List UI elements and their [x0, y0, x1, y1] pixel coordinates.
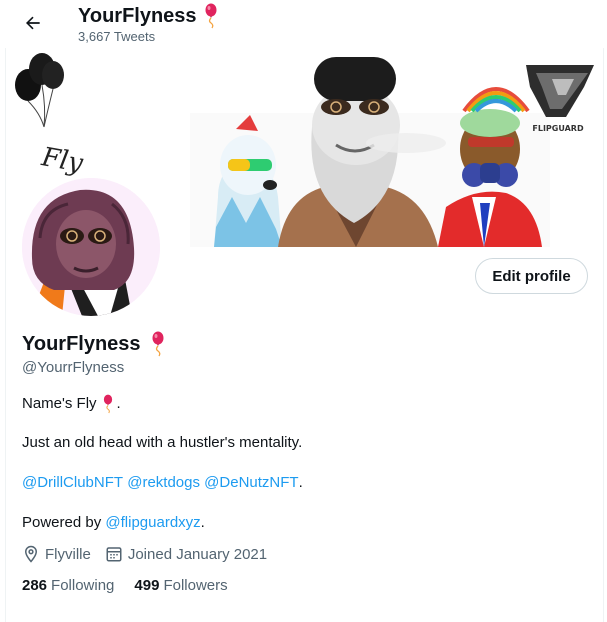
balloon-emoji-icon — [103, 394, 112, 414]
follow-stats: 286 Following 499 Followers — [22, 577, 248, 594]
following-label: Following — [51, 577, 115, 594]
location-pin-icon — [24, 545, 38, 563]
avatar-image — [22, 178, 160, 316]
bio-punctuation: . — [200, 514, 205, 531]
location: Flyville — [22, 545, 91, 563]
powered-by-label: Powered by — [22, 514, 102, 531]
join-date-text: Joined January 2021 — [127, 545, 268, 563]
svg-text:Fly: Fly — [38, 142, 85, 179]
bio-line-3: @DrillClubNFT @rektdogs @DeNutzNFT . — [22, 473, 303, 493]
following-link[interactable]: 286 Following — [22, 577, 114, 594]
back-arrow-icon — [26, 16, 40, 30]
header-name: YourFlyness — [78, 4, 197, 27]
bio-line-4: Powered by @flipguardxyz . — [22, 513, 205, 533]
profile-handle: @YourrFlyness — [22, 359, 125, 376]
header-title: YourFlyness — [78, 3, 219, 29]
bio-line-1: Name's Fly . — [22, 394, 121, 414]
profile-name: YourFlyness — [22, 332, 141, 355]
calendar-icon — [106, 547, 122, 562]
join-date: Joined January 2021 — [105, 545, 267, 563]
followers-link[interactable]: 499 Followers — [134, 577, 227, 594]
balloon-emoji-icon — [205, 3, 217, 29]
followers-count: 499 — [134, 577, 160, 594]
profile-meta: Flyville Joined January 2021 — [22, 545, 281, 563]
mention-link[interactable]: @rektdogs — [127, 473, 200, 493]
balloon-emoji-icon — [152, 331, 164, 357]
location-text: Flyville — [45, 545, 91, 563]
tweet-count: 3,667 Tweets — [78, 29, 156, 44]
bio-punctuation: . — [298, 474, 303, 491]
bio-punctuation: . — [116, 395, 121, 412]
edit-profile-button[interactable]: Edit profile — [475, 258, 588, 294]
svg-text:FLIPGUARD: FLIPGUARD — [532, 124, 584, 133]
top-bar: YourFlyness 3,667 Tweets — [0, 0, 607, 48]
profile-name-row: YourFlyness — [22, 331, 166, 357]
back-button[interactable] — [18, 8, 48, 38]
mention-link[interactable]: @DrillClubNFT — [22, 473, 123, 493]
avatar[interactable] — [22, 178, 160, 316]
frame-border-right — [603, 0, 604, 622]
following-count: 286 — [22, 577, 48, 594]
black-balloons-icon — [15, 53, 64, 128]
bio-line-2: Just an old head with a hustler's mental… — [22, 434, 303, 451]
mention-link[interactable]: @flipguardxyz — [105, 513, 200, 533]
bio-text: Name's Fly — [22, 395, 97, 412]
mention-link[interactable]: @DeNutzNFT — [204, 473, 298, 493]
followers-label: Followers — [163, 577, 228, 594]
